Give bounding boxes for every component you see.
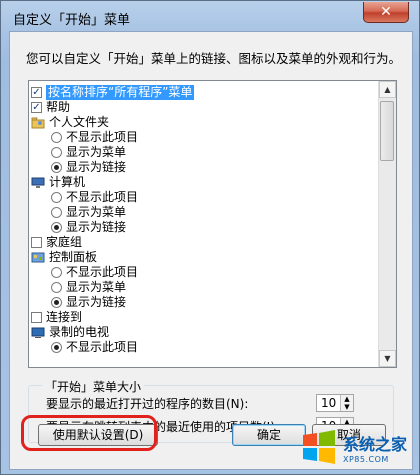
options-listbox[interactable]: ✓ 按名称排序“所有程序”菜单 ✓ 帮助 个人文件夹 不显示此项目 显示为菜单 显示为链接 计算… [28,80,397,368]
list-item[interactable]: ✓ 帮助 [31,100,378,115]
list-item[interactable]: 不显示此项目 [31,130,378,145]
radio-button[interactable] [51,132,62,143]
recent-programs-spinner[interactable]: 10 ▲ ▼ [316,394,354,412]
options-list: ✓ 按名称排序“所有程序”菜单 ✓ 帮助 个人文件夹 不显示此项目 显示为菜单 显示为链接 计算… [31,85,378,355]
dialog-description: 您可以自定义「开始」菜单上的链接、图标以及菜单的外观和行为。 [26,51,402,66]
list-item[interactable]: 个人文件夹 [31,115,378,130]
spinner-arrows-icon[interactable]: ▲▼ [340,395,353,411]
recent-programs-label: 要显示的最近打开过的程序的数目(N): [46,397,249,411]
list-item-label: 不显示此项目 [66,190,139,204]
tv-icon [31,327,45,339]
radio-button[interactable] [51,207,62,218]
checkbox[interactable] [31,237,42,248]
list-item[interactable]: 计算机 [31,175,378,190]
list-item[interactable]: 控制面板 [31,250,378,265]
list-item-label: 计算机 [49,175,86,189]
list-item-label: 显示为链接 [66,295,127,309]
radio-button[interactable] [51,162,62,173]
list-item-label: 个人文件夹 [49,115,110,129]
list-item[interactable]: 显示为链接 [31,220,378,235]
folder-user-icon [31,117,45,129]
checkbox[interactable]: ✓ [31,87,42,98]
scroll-down-button[interactable]: ▼ [379,350,396,367]
radio-button[interactable] [51,147,62,158]
scroll-up-button[interactable]: ▲ [379,81,396,98]
list-item-label: 显示为菜单 [66,145,127,159]
watermark: 系统之家 XP85.COM [297,420,419,474]
windows-logo-icon [299,427,339,467]
list-item[interactable]: 显示为菜单 [31,145,378,160]
radio-button[interactable] [51,192,62,203]
list-item[interactable]: 显示为菜单 [31,280,378,295]
list-item[interactable]: 连接到 [31,310,378,325]
list-item[interactable]: 家庭组 [31,235,378,250]
list-item-label: 控制面板 [49,250,98,264]
computer-icon [31,177,45,189]
control-panel-icon [31,252,45,264]
list-item-label: 显示为菜单 [66,280,127,294]
list-item-label: 不显示此项目 [66,130,139,144]
list-item-label: 不显示此项目 [66,340,139,354]
close-button[interactable]: ✕ [363,2,409,23]
list-item-label: 不显示此项目 [66,265,139,279]
list-item-label: 连接到 [46,310,83,324]
list-item[interactable]: ✓ 按名称排序“所有程序”菜单 [31,85,378,100]
dialog-client-area: 您可以自定义「开始」菜单上的链接、图标以及菜单的外观和行为。 ✓ 按名称排序“所有… [9,31,413,470]
vertical-scrollbar[interactable]: ▲ ▼ [378,81,396,367]
list-item[interactable]: 录制的电视 [31,325,378,340]
list-item-label: 显示为菜单 [66,205,127,219]
menu-size-group-title: 「开始」菜单大小 [42,378,145,395]
highlight-annotation-ring [21,415,157,451]
list-item-label: 显示为链接 [66,220,127,234]
title-bar: 自定义「开始」菜单 ✕ [1,1,419,35]
radio-button[interactable] [51,267,62,278]
radio-button[interactable] [51,282,62,293]
ok-label: 确定 [256,428,281,442]
list-item[interactable]: 显示为链接 [31,160,378,175]
recent-programs-value[interactable]: 10 [321,396,336,410]
checkbox[interactable]: ✓ [31,102,42,113]
list-item-label: 显示为链接 [66,160,127,174]
checkbox[interactable] [31,312,42,323]
list-item-label: 帮助 [46,100,71,114]
list-item-label: 家庭组 [46,235,83,249]
list-item-label: 按名称排序“所有程序”菜单 [46,85,195,100]
list-item-label: 录制的电视 [49,325,110,339]
list-item[interactable]: 显示为链接 [31,295,378,310]
list-item[interactable]: 不显示此项目 [31,265,378,280]
scroll-thumb[interactable] [380,101,394,161]
ok-button[interactable]: 确定 [232,424,306,446]
watermark-url: XP85.COM [343,454,389,464]
list-item[interactable]: 不显示此项目 [31,190,378,205]
radio-button[interactable] [51,222,62,233]
dialog-window: 自定义「开始」菜单 ✕ 您可以自定义「开始」菜单上的链接、图标以及菜单的外观和行… [0,0,420,475]
radio-button[interactable] [51,297,62,308]
radio-button[interactable] [51,342,62,353]
watermark-title: 系统之家 [343,434,408,454]
list-item[interactable]: 显示为菜单 [31,205,378,220]
window-title: 自定义「开始」菜单 [13,13,131,28]
close-icon: ✕ [380,4,392,20]
list-item[interactable]: 不显示此项目 [31,340,378,355]
